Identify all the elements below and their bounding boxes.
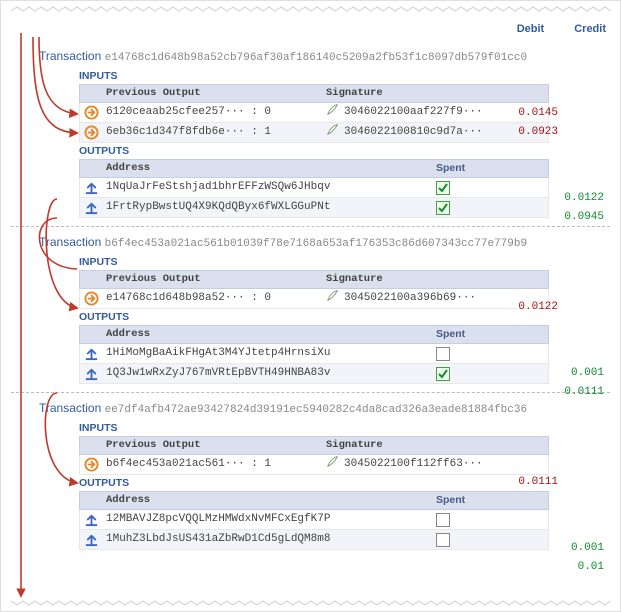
output-address: 12MBAVJZ8pcVQQLMzHMWdxNvMFCxEgfK7P	[102, 510, 432, 529]
credit-amount: 0.001	[571, 542, 604, 554]
transaction-hash: e14768c1d648b98a52cb796af30af186140c5209…	[105, 52, 527, 64]
debit-amount: 0.0145	[518, 107, 558, 119]
inputs-table: Previous Output Signature e14768c1d648b9…	[79, 270, 549, 309]
outputs-label: OUTPUTS	[11, 143, 610, 159]
col-signature: Signature	[322, 85, 548, 102]
signature: 3046022100810c9d7a···	[344, 123, 483, 142]
col-address: Address	[102, 160, 432, 177]
transaction-block: Transaction ee7df4afb472ae93427824d39191…	[11, 392, 610, 558]
prev-output: e14768c1d648b98a52··· : 0	[102, 289, 322, 308]
credit-amount: 0.0122	[564, 192, 604, 204]
input-row: 6120ceaab25cfee257··· : 0 3046022100aaf2…	[79, 103, 549, 123]
col-spent: Spent	[432, 160, 548, 177]
inputs-label: INPUTS	[11, 420, 610, 436]
input-icon	[84, 105, 99, 120]
column-headers: Debit Credit	[11, 21, 610, 41]
outputs-table: Address Spent 12MBAVJZ8pcVQQLMzHMWdxNvMF…	[79, 491, 549, 550]
outputs-table: Address Spent 1NqUaJrFeStshjad1bhrEFFzWS…	[79, 159, 549, 218]
inputs-table: Previous Output Signature b6f4ec453a021a…	[79, 436, 549, 475]
torn-edge-top	[11, 5, 611, 13]
credit-header: Credit	[574, 23, 606, 35]
output-icon	[84, 512, 99, 527]
output-address: 1FrtRypBwstUQ4X9KQdQByx6fWXLGGuPNt	[102, 198, 432, 217]
col-prev-output: Previous Output	[102, 85, 322, 102]
transaction-hash: b6f4ec453a021ac561b01039f78e7168a653af17…	[105, 238, 527, 250]
input-icon	[84, 291, 99, 306]
output-icon	[84, 366, 99, 381]
output-icon	[84, 346, 99, 361]
prev-output: 6120ceaab25cfee257··· : 0	[102, 103, 322, 122]
quill-icon	[326, 289, 340, 308]
inputs-table: Previous Output Signature 6120ceaab25cfe…	[79, 84, 549, 143]
quill-icon	[326, 455, 340, 474]
credit-amount: 0.0111	[564, 386, 604, 398]
output-row: 1MuhZ3LbdJsUS431aZbRwD1Cd5gLdQM8m8	[79, 530, 549, 550]
output-row: 12MBAVJZ8pcVQQLMzHMWdxNvMFCxEgfK7P	[79, 510, 549, 530]
output-icon	[84, 532, 99, 547]
prev-output: 6eb36c1d347f8fdb6e··· : 1	[102, 123, 322, 142]
signature: 3045022100a396b69···	[344, 289, 476, 308]
spent-checkbox	[436, 347, 450, 361]
signature: 3046022100aaf227f9···	[344, 103, 483, 122]
signature: 3045022100f112ff63···	[344, 455, 483, 474]
credit-amount: 0.0945	[564, 211, 604, 223]
input-icon	[84, 125, 99, 140]
torn-edge-bottom	[11, 599, 611, 607]
spent-checkbox	[436, 513, 450, 527]
output-address: 1NqUaJrFeStshjad1bhrEFFzWSQw6JHbqv	[102, 178, 432, 197]
debit-amount: 0.0923	[518, 126, 558, 138]
debit-amount: 0.0111	[518, 476, 558, 488]
quill-icon	[326, 123, 340, 142]
quill-icon	[326, 103, 340, 122]
prev-output: b6f4ec453a021ac561··· : 1	[102, 455, 322, 474]
transaction-block: Transaction b6f4ec453a021ac561b01039f78e…	[11, 226, 610, 392]
spent-checkbox	[436, 181, 450, 195]
output-icon	[84, 180, 99, 195]
transaction-title: Transaction e14768c1d648b98a52cb796af30a…	[11, 45, 610, 68]
inputs-label: INPUTS	[11, 254, 610, 270]
outputs-table: Address Spent 1HiMoMgBaAikFHgAt3M4YJtetp…	[79, 325, 549, 384]
input-row: 6eb36c1d347f8fdb6e··· : 1 3046022100810c…	[79, 123, 549, 143]
input-row: e14768c1d648b98a52··· : 0 3045022100a396…	[79, 289, 549, 309]
spent-checkbox	[436, 201, 450, 215]
transaction-title: Transaction ee7df4afb472ae93427824d39191…	[11, 397, 610, 420]
debit-header: Debit	[517, 23, 545, 35]
output-address: 1Q3Jw1wRxZyJ767mVRtEpBVTH49HNBA83v	[102, 364, 432, 383]
output-icon	[84, 200, 99, 215]
output-row: 1FrtRypBwstUQ4X9KQdQByx6fWXLGGuPNt	[79, 198, 549, 218]
credit-amount: 0.01	[578, 561, 604, 573]
input-row: b6f4ec453a021ac561··· : 1 3045022100f112…	[79, 455, 549, 475]
spent-checkbox	[436, 367, 450, 381]
credit-amount: 0.001	[571, 367, 604, 379]
output-row: 1HiMoMgBaAikFHgAt3M4YJtetp4HrnsiXu	[79, 344, 549, 364]
output-address: 1HiMoMgBaAikFHgAt3M4YJtetp4HrnsiXu	[102, 344, 432, 363]
spent-checkbox	[436, 533, 450, 547]
inputs-label: INPUTS	[11, 68, 610, 84]
transaction-hash: ee7df4afb472ae93427824d39191ec5940282c4d…	[105, 404, 527, 416]
debit-amount: 0.0122	[518, 301, 558, 313]
transaction-block: Transaction e14768c1d648b98a52cb796af30a…	[11, 41, 610, 226]
output-row: 1NqUaJrFeStshjad1bhrEFFzWSQw6JHbqv	[79, 178, 549, 198]
input-icon	[84, 457, 99, 472]
output-row: 1Q3Jw1wRxZyJ767mVRtEpBVTH49HNBA83v	[79, 364, 549, 384]
transaction-title: Transaction b6f4ec453a021ac561b01039f78e…	[11, 231, 610, 254]
output-address: 1MuhZ3LbdJsUS431aZbRwD1Cd5gLdQM8m8	[102, 530, 432, 549]
